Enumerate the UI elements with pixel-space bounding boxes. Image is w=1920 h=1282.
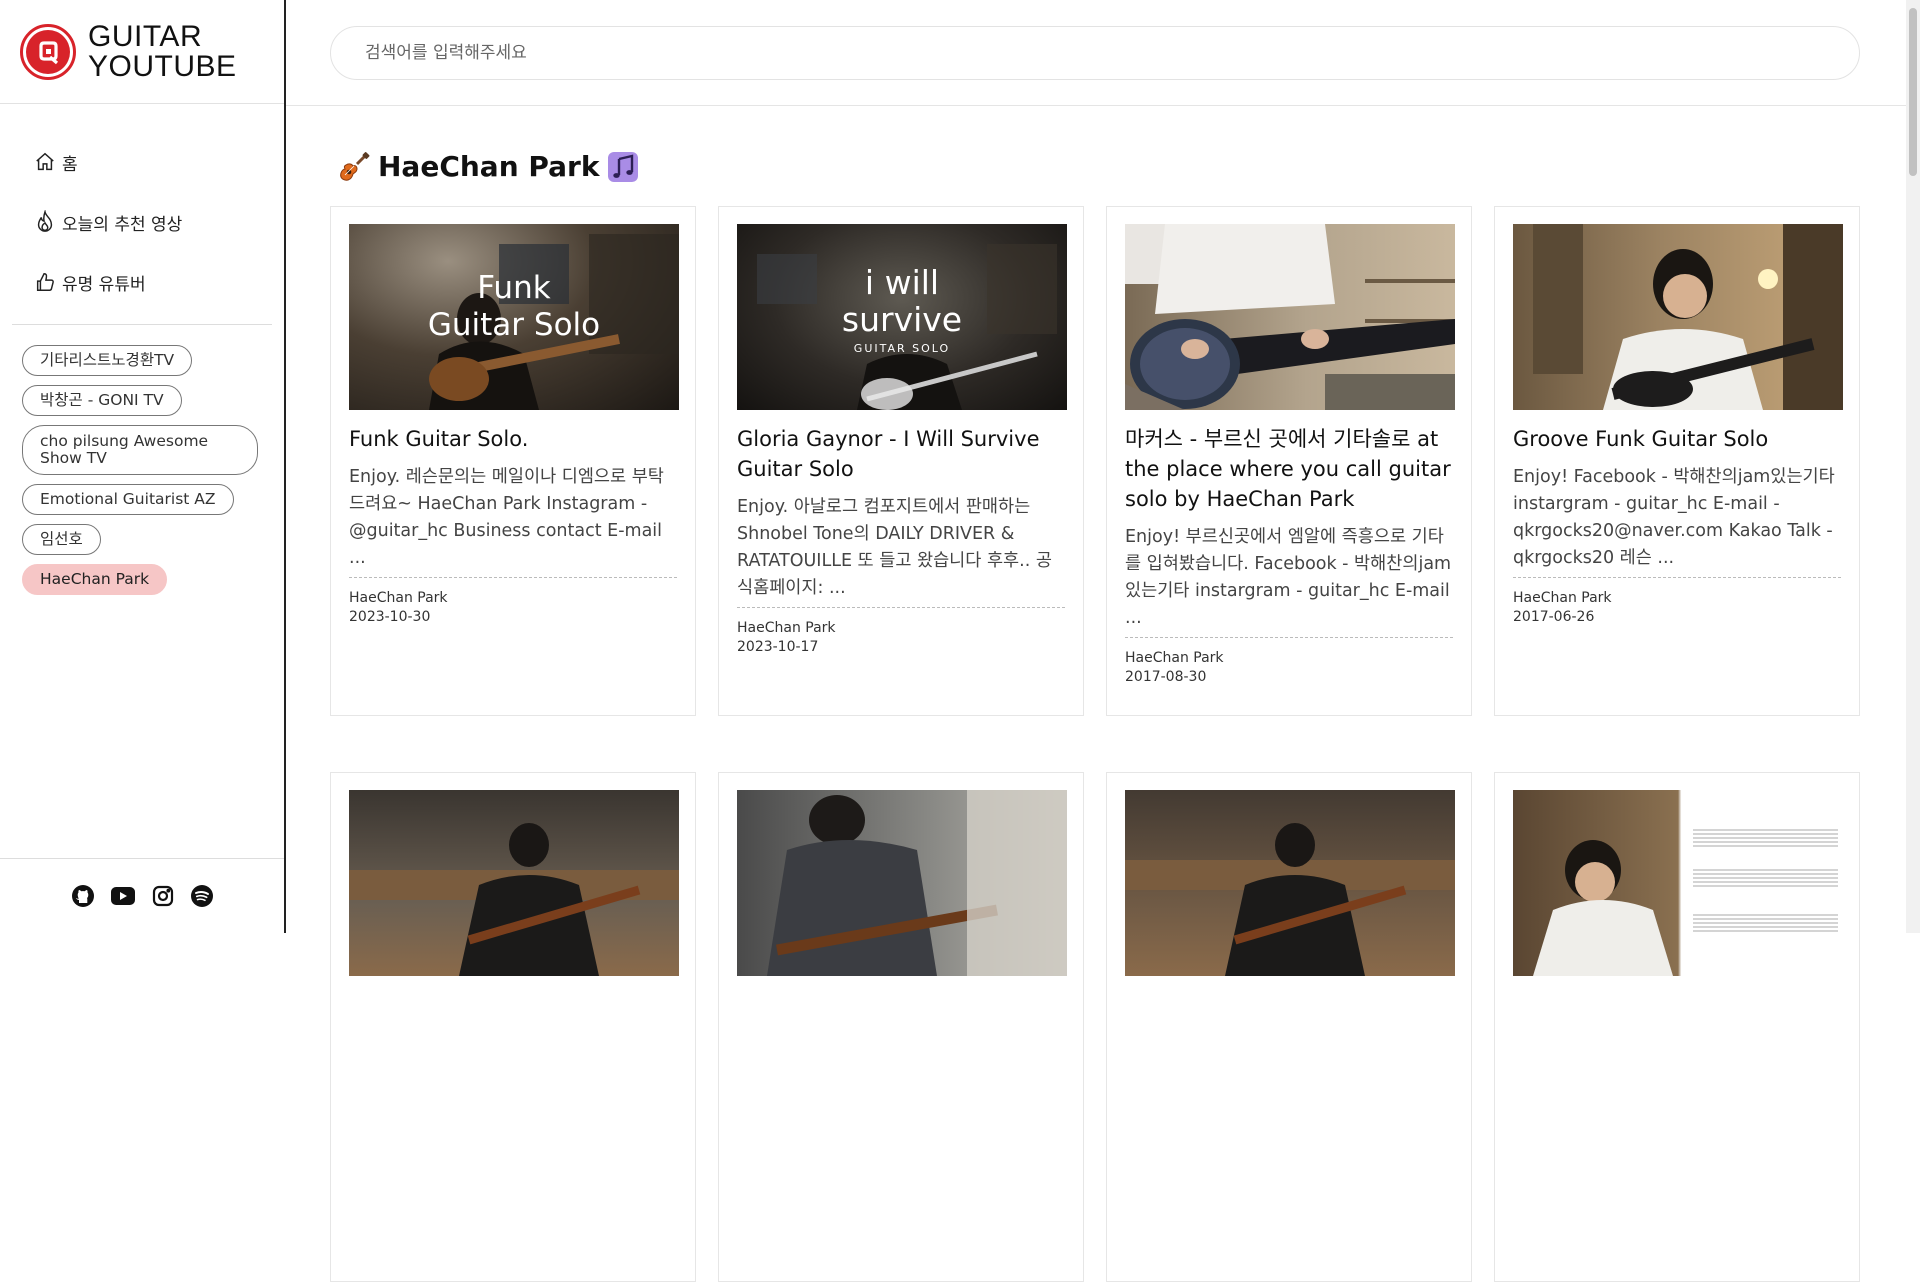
nav-label-recommended: 오늘의 추천 영상 — [62, 214, 183, 235]
nav-item-home[interactable]: 홈 — [0, 132, 284, 192]
video-thumbnail[interactable]: Funk Guitar Solo — [349, 224, 679, 410]
video-card[interactable]: Funk Guitar Solo Funk Guitar Solo. Enjoy.… — [330, 206, 696, 716]
thumbnail-subtext: GUITAR SOLO — [853, 342, 951, 355]
guitar-icon — [338, 151, 370, 183]
video-card[interactable] — [1106, 772, 1472, 1282]
video-thumbnail[interactable] — [1513, 790, 1843, 976]
video-title[interactable]: Groove Funk Guitar Solo — [1513, 424, 1841, 454]
logo-text: GUITAR YOUTUBE — [88, 19, 237, 83]
spotify-icon[interactable] — [190, 884, 214, 908]
github-icon[interactable] — [71, 884, 95, 908]
sidebar-nav: 홈 오늘의 추천 영상 유명 유튜버 — [0, 104, 284, 312]
nav-label-home: 홈 — [62, 154, 78, 175]
video-description: Enjoy! 부르신곳에서 엠알에 즉흥으로 기타를 입혀봤습니다. Faceb… — [1125, 524, 1453, 638]
channel-chip[interactable]: Emotional Guitarist AZ — [22, 484, 234, 515]
video-description: Enjoy. 레슨문의는 메일이나 디엠으로 부탁드려요~ HaeChan Pa… — [349, 464, 677, 578]
video-title[interactable]: Gloria Gaynor - I Will Survive Guitar So… — [737, 424, 1065, 484]
home-icon — [36, 152, 54, 171]
channel-chip[interactable]: 임선호 — [22, 524, 101, 555]
main-content: HaeChan Park Fu — [286, 0, 1906, 1282]
video-date: 2017-08-30 — [1125, 669, 1207, 685]
channel-chip[interactable]: 박창곤 - GONI TV — [22, 385, 182, 416]
nav-item-famous-youtubers[interactable]: 유명 유튜버 — [0, 252, 284, 312]
video-card[interactable] — [718, 772, 1084, 1282]
music-note-icon — [607, 151, 639, 183]
video-grid: Funk Guitar Solo Funk Guitar Solo. Enjoy.… — [330, 206, 1860, 1282]
video-thumbnail[interactable] — [1125, 790, 1455, 976]
video-thumbnail[interactable] — [1125, 224, 1455, 410]
youtube-icon[interactable] — [110, 886, 136, 906]
instagram-icon[interactable] — [151, 884, 175, 908]
video-card[interactable] — [1494, 772, 1860, 1282]
logo-icon — [20, 23, 76, 80]
search-input[interactable] — [330, 25, 1860, 80]
top-bar — [286, 0, 1906, 106]
video-card[interactable]: i will survive GUITAR SOLO Gloria Gaynor … — [718, 206, 1084, 716]
video-card[interactable] — [330, 772, 696, 1282]
video-thumbnail[interactable]: i will survive GUITAR SOLO — [737, 224, 1067, 410]
channel-chip[interactable]: cho pilsung Awesome Show TV — [22, 425, 258, 475]
channel-list: 기타리스트노경환TV 박창곤 - GONI TV cho pilsung Awe… — [0, 325, 284, 604]
video-date: 2017-06-26 — [1513, 609, 1595, 625]
video-title[interactable]: Funk Guitar Solo. — [349, 424, 677, 454]
thumbnail-text: Funk Guitar Solo — [427, 270, 601, 343]
video-date: 2023-10-30 — [349, 609, 431, 625]
video-thumbnail[interactable] — [1513, 224, 1843, 410]
nav-label-famous-youtubers: 유명 유튜버 — [62, 274, 146, 295]
logo-line-2: YOUTUBE — [88, 49, 237, 83]
video-thumbnail[interactable] — [349, 790, 679, 976]
video-thumbnail[interactable] — [737, 790, 1067, 976]
page-scrollbar[interactable] — [1906, 0, 1920, 933]
video-channel: HaeChan Park — [349, 590, 448, 606]
scrollbar-thumb[interactable] — [1909, 8, 1917, 176]
video-date: 2023-10-17 — [737, 639, 819, 655]
video-description: Enjoy! Facebook - 박해찬의jam있는기타 instargram… — [1513, 464, 1841, 578]
sidebar: GUITAR YOUTUBE 홈 오늘의 추천 영상 유명 유튜버 기타리스트노… — [0, 0, 286, 933]
video-card[interactable]: Groove Funk Guitar Solo Enjoy! Facebook … — [1494, 206, 1860, 716]
video-channel: HaeChan Park — [1513, 590, 1612, 606]
video-title[interactable]: 마커스 - 부르신 곳에서 기타솔로 at the place where yo… — [1125, 424, 1453, 514]
thumbs-up-icon — [36, 273, 54, 291]
video-card[interactable]: 마커스 - 부르신 곳에서 기타솔로 at the place where yo… — [1106, 206, 1472, 716]
logo[interactable]: GUITAR YOUTUBE — [0, 0, 284, 104]
thumbnail-text: i will survive — [841, 263, 963, 339]
logo-line-1: GUITAR — [88, 19, 203, 53]
fire-icon — [37, 210, 53, 232]
section-heading: HaeChan Park — [330, 150, 647, 183]
channel-chip[interactable]: 기타리스트노경환TV — [22, 345, 193, 376]
video-channel: HaeChan Park — [737, 620, 836, 636]
section-title: HaeChan Park — [378, 150, 600, 183]
video-channel: HaeChan Park — [1125, 650, 1224, 666]
sidebar-footer — [0, 858, 284, 933]
nav-item-recommended[interactable]: 오늘의 추천 영상 — [0, 192, 284, 252]
video-description: Enjoy. 아날로그 컴포지트에서 판매하는 Shnobel Tone의 DA… — [737, 494, 1065, 608]
channel-chip-active[interactable]: HaeChan Park — [22, 564, 168, 595]
